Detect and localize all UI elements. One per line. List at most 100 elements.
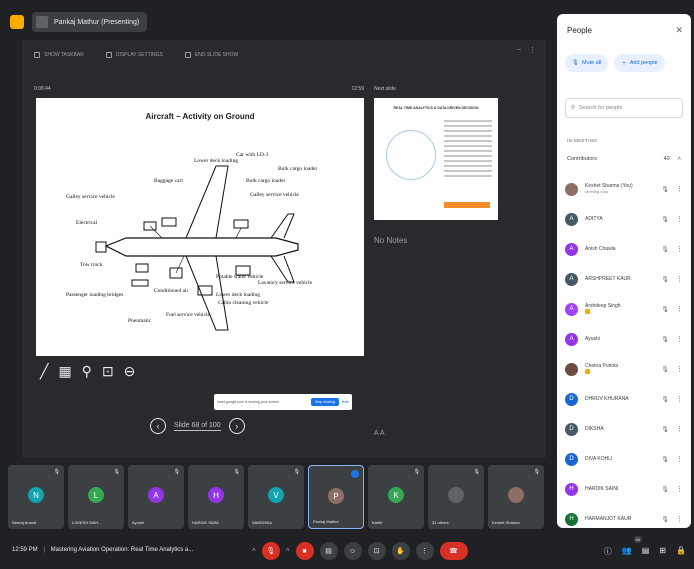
activities-icon[interactable]: ⊞ (659, 546, 666, 557)
participant-row[interactable]: D DIKSHA 🎙 ⋮ (565, 414, 687, 444)
mic-off-icon[interactable]: 🎙 (661, 426, 669, 433)
participant-row[interactable]: A Anish Chawla 🎙 ⋮ (565, 234, 687, 264)
tile-avatar (448, 487, 464, 503)
participant-tile[interactable]: 🎙 31 others (428, 465, 484, 529)
pen-icon[interactable]: ╱ (40, 364, 48, 378)
captions-button[interactable]: ▤ (319, 542, 338, 560)
more-vert-icon[interactable]: ⋮ (676, 395, 683, 403)
participant-row[interactable]: A ARSHPREET KAUR 🎙 ⋮ (565, 264, 687, 294)
zoom-icon[interactable]: ⚲ (82, 364, 92, 378)
mic-off-icon[interactable]: 🎙 (661, 276, 669, 283)
more-vert-icon[interactable]: ⋮ (676, 275, 683, 283)
screen-share-icon (36, 16, 48, 28)
mic-off-icon[interactable]: 🎙 (661, 516, 669, 523)
participant-tile[interactable]: P Pankaj Mathur (308, 465, 364, 529)
chat-icon[interactable]: ▤ (642, 546, 650, 557)
more-vert-icon[interactable]: ⋮ (676, 365, 683, 373)
more-vert-icon[interactable]: ⋮ (676, 425, 683, 433)
info-icon[interactable]: ⓘ (604, 546, 612, 557)
mic-off-icon[interactable]: 🎙 (661, 306, 669, 313)
end-slideshow-button[interactable]: END SLIDE SHOW (184, 52, 238, 58)
host-controls-icon[interactable]: 🔒 (676, 546, 686, 557)
add-people-button[interactable]: ＋ Add people (614, 54, 665, 72)
slide-counter[interactable]: Slide 68 of 100 (174, 422, 221, 431)
raise-hand-button[interactable]: ✋ (391, 542, 410, 560)
participant-row[interactable]: D DIVA KOHLI 🎙 ⋮ (565, 444, 687, 474)
mic-off-icon[interactable]: 🎙 (661, 456, 669, 463)
participant-tile[interactable]: 🎙 Keshet Sharma (488, 465, 544, 529)
display-settings-button[interactable]: DISPLAY SETTINGS (105, 52, 163, 58)
minimize-icon[interactable]: – (517, 46, 521, 54)
video-filmstrip: 🎙 N Neeraj Anand 🎙 L LOKESH MAH... 🎙 A Ayushi 🎙 H H… (8, 465, 548, 529)
people-icon[interactable]: 👥 (622, 546, 632, 557)
tile-name: Neeraj Anand (12, 520, 37, 525)
mic-off-icon: 🎙 (293, 469, 300, 475)
screen-icon[interactable]: ⊡ (102, 364, 114, 378)
more-vert-icon[interactable]: ⋮ (676, 485, 683, 493)
close-icon[interactable]: ✕ (675, 25, 683, 36)
meet-window: Pankaj Mathur (Presenting) SHOW TASKBAR … (0, 0, 694, 569)
show-taskbar-button[interactable]: SHOW TASKBAR (34, 52, 84, 58)
current-slide[interactable]: Aircraft – Activity on Ground Lower deck… (36, 98, 364, 356)
presenter-chip[interactable]: Pankaj Mathur (Presenting) (32, 12, 148, 32)
stop-sharing-button[interactable]: Stop sharing (311, 398, 339, 406)
more-vert-icon[interactable]: ⋮ (676, 515, 683, 523)
participant-row[interactable]: H HARDIK SAINI 🎙 ⋮ (565, 474, 687, 504)
sharing-toast: meet.google.com is sharing your screen S… (214, 394, 352, 410)
chevron-up-icon[interactable]: ^ (252, 547, 256, 556)
contributors-group[interactable]: Contributors 40 ˄ (563, 150, 685, 168)
mic-off-icon[interactable]: 🎙 (661, 396, 669, 403)
hide-button[interactable]: Hide (342, 400, 349, 404)
more-vert-icon[interactable]: ⋮ (676, 305, 683, 313)
participant-tile[interactable]: 🎙 A Ayushi (128, 465, 184, 529)
mute-all-button[interactable]: 🎙 Mute all (565, 54, 609, 72)
participant-row[interactable]: A Arshdeep Singh 🎙 ⋮ (565, 294, 687, 324)
more-vert-icon[interactable]: ⋮ (676, 335, 683, 343)
search-icon: ⚲ (571, 105, 576, 111)
participant-row[interactable]: Chetna Puriola 🎙 ⋮ (565, 354, 687, 384)
search-input[interactable]: ⚲ Search for people (565, 98, 683, 118)
more-options-button[interactable]: ⋮ (415, 542, 434, 560)
more-options-icon[interactable]: ⊖ (124, 364, 136, 378)
participant-name-block: Arshdeep Singh (585, 303, 649, 316)
participant-row[interactable]: A ADITYA 🎙 ⋮ (565, 204, 687, 234)
leave-call-button[interactable]: ☎ (439, 542, 468, 560)
participant-tile[interactable]: 🎙 L LOKESH MAH... (68, 465, 124, 529)
mic-off-icon[interactable]: 🎙 (661, 246, 669, 253)
more-vert-icon[interactable]: ⋮ (676, 215, 683, 223)
notes-font-controls[interactable]: A A (374, 430, 385, 437)
next-slide-preview[interactable]: REAL TIME ANALYTICS & DATA DRIVEN DECISI… (374, 98, 498, 220)
participant-name-block: DHRUV KHURANA (585, 396, 649, 402)
participant-count-badge: 40 (633, 536, 642, 543)
next-slide-button[interactable]: › (228, 418, 245, 434)
participant-row[interactable]: A Ayushi 🎙 ⋮ (565, 324, 687, 354)
reactions-button[interactable]: ☺ (343, 542, 362, 560)
camera-off-button[interactable]: ■ (295, 542, 314, 560)
participant-tile[interactable]: 🎙 V VANSHIKA (248, 465, 304, 529)
more-icon[interactable]: ⋮ (529, 46, 536, 54)
mic-off-icon[interactable]: 🎙 (661, 186, 669, 193)
avatar: A (565, 242, 578, 256)
more-vert-icon[interactable]: ⋮ (676, 455, 683, 463)
participant-row[interactable]: Keshet Sharma (You) Meeting host 🎙 ⋮ (565, 174, 687, 204)
slides-grid-icon[interactable]: ▦ (58, 364, 71, 378)
participant-name: ADITYA (585, 216, 603, 222)
diagram-label: Passenger loading bridges (66, 292, 123, 298)
mic-off-icon[interactable]: 🎙 (661, 216, 669, 223)
mic-off-icon[interactable]: 🎙 (661, 486, 669, 493)
participant-tile[interactable]: 🎙 K Kartik (368, 465, 424, 529)
mic-off-button[interactable]: 🎙 (261, 542, 280, 560)
participant-row[interactable]: D DHRUV KHURANA 🎙 ⋮ (565, 384, 687, 414)
mic-off-icon: 🎙 (53, 469, 60, 475)
prev-slide-button[interactable]: ‹ (150, 418, 166, 434)
more-vert-icon[interactable]: ⋮ (676, 245, 683, 253)
participant-tile[interactable]: 🎙 N Neeraj Anand (8, 465, 64, 529)
mic-off-icon[interactable]: 🎙 (661, 366, 669, 373)
participant-row[interactable]: H HARMANJOT KAUR 🎙 ⋮ (565, 504, 687, 534)
present-button[interactable]: ⊡ (367, 542, 386, 560)
chevron-up-icon[interactable]: ^ (286, 547, 290, 556)
mic-off-icon[interactable]: 🎙 (661, 336, 669, 343)
more-vert-icon[interactable]: ⋮ (676, 185, 683, 193)
end-icon (184, 52, 191, 58)
participant-tile[interactable]: 🎙 H HARDIK SAINI (188, 465, 244, 529)
